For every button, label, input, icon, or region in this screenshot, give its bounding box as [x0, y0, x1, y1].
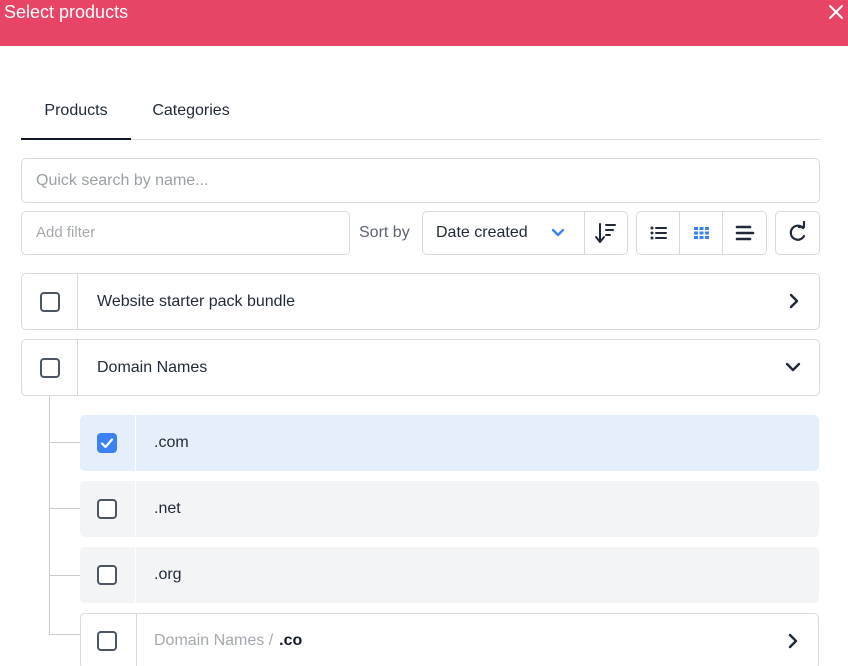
row-checkbox-cell — [80, 547, 136, 603]
breadcrumb-parent: Domain Names / — [154, 632, 274, 649]
compact-view-icon — [735, 225, 755, 241]
search-input[interactable]: Quick search by name... — [21, 158, 820, 203]
checkmark-icon — [100, 438, 114, 449]
child-name: .com — [154, 434, 189, 451]
sort-select-value: Date created — [436, 224, 528, 241]
tab-products[interactable]: Products — [21, 92, 131, 140]
grid-view-button[interactable] — [680, 212, 723, 254]
product-row[interactable]: Website starter pack bundle — [21, 273, 820, 330]
child-row[interactable]: Domain Names / .co — [80, 613, 819, 666]
chevron-down-icon — [551, 228, 565, 237]
chevron-right-icon[interactable] — [787, 293, 801, 309]
breadcrumb-current: .co — [279, 632, 303, 649]
child-row[interactable]: .org — [80, 547, 819, 603]
sort-control: Date created — [422, 211, 628, 255]
row-checkbox[interactable] — [40, 292, 60, 312]
tree-connector — [49, 396, 50, 635]
list-view-icon — [650, 226, 667, 240]
row-checkbox-cell — [80, 481, 136, 537]
chevron-right-icon[interactable] — [786, 633, 800, 649]
child-row[interactable]: .com — [80, 415, 819, 471]
chevron-down-icon[interactable] — [785, 360, 801, 374]
row-checkbox-cell — [81, 614, 137, 666]
dialog-title: Select products — [4, 2, 129, 22]
tree-connector — [49, 442, 80, 443]
row-checkbox-cell — [80, 415, 136, 471]
grid-view-icon — [694, 227, 709, 239]
product-name: Domain Names — [97, 359, 208, 376]
child-name: .net — [154, 500, 181, 517]
sort-direction-icon — [595, 223, 616, 243]
product-name: Website starter pack bundle — [97, 293, 296, 310]
child-breadcrumb: Domain Names / .co — [154, 614, 302, 666]
list-view-button[interactable] — [637, 212, 680, 254]
child-name: .org — [154, 566, 182, 583]
tree-connector — [49, 575, 80, 576]
sort-by-label: Sort by — [359, 224, 410, 241]
view-toggle — [636, 211, 767, 255]
refresh-icon — [789, 220, 806, 241]
row-checkbox[interactable] — [97, 631, 117, 651]
row-checkbox[interactable] — [97, 433, 117, 453]
child-row[interactable]: .net — [80, 481, 819, 537]
row-checkbox[interactable] — [40, 358, 60, 378]
row-checkbox[interactable] — [97, 499, 117, 519]
add-filter-input[interactable]: Add filter — [21, 211, 350, 255]
tree-connector — [49, 634, 80, 635]
tree-connector — [49, 508, 80, 509]
row-checkbox[interactable] — [97, 565, 117, 585]
sort-direction-button[interactable] — [585, 212, 627, 254]
sort-select[interactable]: Date created — [423, 212, 585, 254]
refresh-button[interactable] — [775, 211, 820, 255]
product-row[interactable]: Domain Names — [21, 339, 820, 396]
tab-bar: Products Categories — [21, 92, 820, 140]
row-checkbox-cell — [22, 340, 78, 395]
compact-view-button[interactable] — [723, 212, 766, 254]
row-checkbox-cell — [22, 274, 78, 329]
close-icon[interactable] — [826, 1, 846, 23]
dialog-header: Select products — [0, 0, 848, 46]
tab-categories[interactable]: Categories — [136, 92, 246, 140]
